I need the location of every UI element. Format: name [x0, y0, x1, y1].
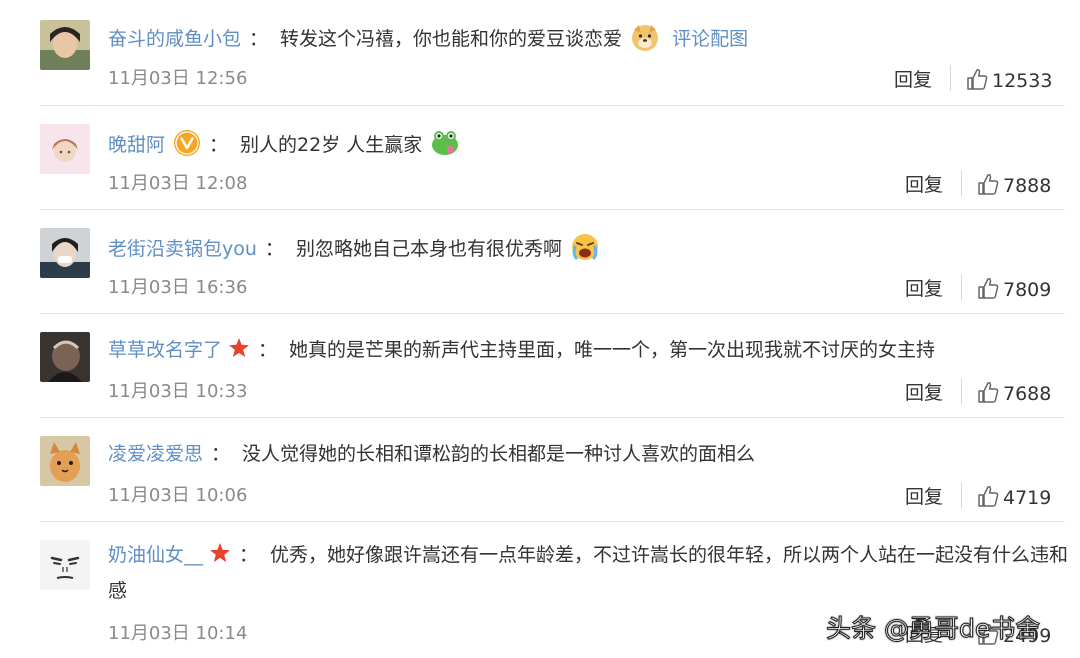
verified-v-icon — [174, 130, 201, 156]
frog-emoji-icon — [432, 131, 459, 155]
timestamp: 11月03日 12:08 — [108, 173, 248, 194]
star-icon — [210, 543, 231, 562]
reply-button[interactable]: 回复 — [905, 274, 943, 301]
username-link[interactable]: 晚甜阿 — [108, 134, 165, 156]
timestamp: 11月03日 10:14 — [108, 623, 248, 644]
username-link[interactable]: 老街沿卖锅包you — [108, 238, 257, 260]
timestamp: 11月03日 10:06 — [108, 485, 248, 506]
watermark: 头条 @勇哥de书舍 — [825, 614, 1041, 644]
username-link[interactable]: 草草改名字了 — [108, 339, 222, 361]
username-link[interactable]: 奋斗的咸鱼小包 — [108, 28, 241, 50]
comment-text: 别人的22岁 人生赢家 — [240, 134, 423, 156]
comment-line: 奶油仙女__：优秀，她好像跟许嵩还有一点年龄差，不过许嵩长的很年轻，所以两个人站… — [108, 537, 1070, 609]
separator — [961, 274, 962, 300]
colon: ： — [258, 339, 278, 361]
comment-line: 晚甜阿 ： 别人的22岁 人生赢家 — [108, 128, 1070, 159]
like-button[interactable]: 7809 — [977, 276, 1051, 301]
thumbs-up-icon — [967, 68, 988, 90]
avatar[interactable] — [40, 228, 90, 278]
colon: ： — [211, 443, 231, 465]
thumbs-up-icon — [978, 173, 999, 195]
reply-button[interactable]: 回复 — [905, 378, 943, 405]
like-button[interactable]: 7888 — [977, 172, 1051, 197]
reply-button[interactable]: 回复 — [894, 65, 932, 92]
divider — [40, 521, 1065, 522]
separator — [961, 482, 962, 508]
reply-button[interactable]: 回复 — [905, 482, 943, 509]
comment-line: 老街沿卖锅包you ： 别忽略她自己本身也有很优秀啊 — [108, 232, 1070, 263]
like-count: 12533 — [992, 70, 1053, 92]
colon: ： — [264, 238, 284, 260]
star-icon — [229, 338, 250, 357]
crying-emoji-icon — [572, 234, 598, 260]
separator — [950, 65, 951, 91]
like-button[interactable]: 7688 — [977, 380, 1051, 405]
comment-line: 凌爱凌爱思 ： 没人觉得她的长相和谭松韵的长相都是一种讨人喜欢的面相么 — [108, 440, 1070, 468]
comment-text: 她真的是芒果的新声代主持里面，唯一一个，第一次出现我就不讨厌的女主持 — [289, 339, 936, 361]
divider — [40, 313, 1065, 314]
separator — [961, 170, 962, 196]
colon: ： — [209, 134, 229, 156]
avatar[interactable] — [40, 436, 90, 486]
colon: ： — [239, 544, 259, 566]
username-link[interactable]: 奶油仙女__ — [108, 544, 203, 566]
divider — [40, 417, 1065, 418]
avatar[interactable] — [40, 124, 90, 174]
like-count: 7888 — [1003, 175, 1052, 197]
divider — [40, 209, 1065, 210]
divider — [40, 105, 1065, 106]
comment-text: 别忽略她自己本身也有很优秀啊 — [295, 238, 562, 260]
thumbs-up-icon — [978, 381, 999, 403]
like-count: 4719 — [1003, 487, 1052, 509]
timestamp: 11月03日 10:33 — [108, 381, 248, 402]
separator — [961, 378, 962, 404]
comment-line: 草草改名字了 ： 她真的是芒果的新声代主持里面，唯一一个，第一次出现我就不讨厌的女主… — [108, 336, 1070, 364]
doge-emoji-icon — [632, 25, 659, 51]
timestamp: 11月03日 12:56 — [108, 68, 248, 89]
comment-text: 没人觉得她的长相和谭松韵的长相都是一种讨人喜欢的面相么 — [242, 443, 756, 465]
like-button[interactable]: 4719 — [977, 484, 1051, 509]
avatar[interactable] — [40, 332, 90, 382]
like-button[interactable]: 12533 — [966, 67, 1052, 92]
thumbs-up-icon — [978, 485, 999, 507]
comment-line: 奋斗的咸鱼小包 ： 转发这个冯禧，你也能和你的爱豆谈恋爱 评论配图 — [108, 22, 1070, 53]
avatar[interactable] — [40, 540, 90, 590]
colon: ： — [249, 28, 269, 50]
avatar[interactable] — [40, 20, 90, 70]
reply-button[interactable]: 回复 — [905, 170, 943, 197]
username-link[interactable]: 凌爱凌爱思 — [108, 443, 203, 465]
like-count: 7688 — [1003, 383, 1052, 405]
comment-image-link[interactable]: 评论配图 — [672, 28, 748, 50]
like-count: 7809 — [1003, 279, 1052, 301]
thumbs-up-icon — [978, 277, 999, 299]
comment-text: 转发这个冯禧，你也能和你的爱豆谈恋爱 — [280, 28, 623, 50]
timestamp: 11月03日 16:36 — [108, 277, 248, 298]
